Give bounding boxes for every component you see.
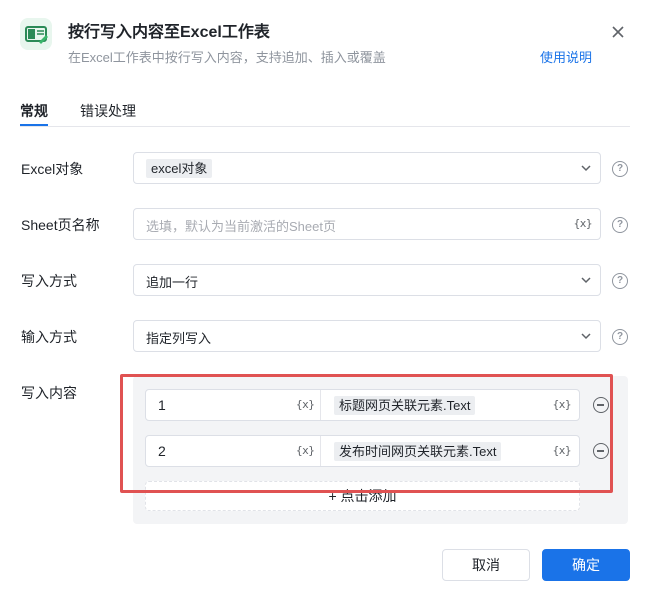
help-circle-icon[interactable]: ? (612, 329, 628, 345)
input-mode-select[interactable]: 指定列写入 (133, 320, 601, 352)
remove-row-2-icon[interactable] (593, 443, 609, 459)
row-1-value[interactable]: 标题网页关联元素.Text (334, 396, 476, 415)
chevron-down-icon (581, 165, 591, 172)
write-content-label: 写入内容 (21, 385, 77, 401)
close-icon[interactable] (608, 22, 628, 42)
tab-error-handling[interactable]: 错误处理 (80, 101, 136, 121)
chevron-down-icon (581, 277, 591, 284)
help-link[interactable]: 使用说明 (540, 47, 592, 66)
excel-object-select[interactable]: excel对象 (133, 152, 601, 184)
help-circle-icon[interactable]: ? (612, 161, 628, 177)
variable-icon[interactable]: {x} (296, 444, 315, 457)
content-row-1: 1 {x} 标题网页关联元素.Text {x} (145, 389, 580, 421)
row-divider (320, 390, 321, 420)
tabs-divider (20, 126, 630, 127)
sheet-name-input[interactable]: 选填，默认为当前激活的Sheet页 {x} (133, 208, 601, 240)
write-mode-label: 写入方式 (21, 273, 77, 289)
sheet-name-placeholder: 选填，默认为当前激活的Sheet页 (146, 219, 336, 234)
confirm-button[interactable]: 确定 (542, 549, 630, 581)
variable-icon[interactable]: {x} (574, 217, 593, 230)
tab-general[interactable]: 常规 (20, 101, 48, 121)
excel-object-label: Excel对象 (21, 161, 84, 177)
row-2-column-input[interactable]: 2 (158, 443, 166, 459)
add-row-button[interactable]: + 点击添加 (145, 481, 580, 511)
remove-row-1-icon[interactable] (593, 397, 609, 413)
row-1-column-input[interactable]: 1 (158, 397, 166, 413)
cancel-button[interactable]: 取消 (442, 549, 530, 581)
chevron-down-icon (581, 333, 591, 340)
write-mode-select[interactable]: 追加一行 (133, 264, 601, 296)
excel-app-icon (20, 18, 52, 50)
help-circle-icon[interactable]: ? (612, 217, 628, 233)
content-row-2: 2 {x} 发布时间网页关联元素.Text {x} (145, 435, 580, 467)
variable-icon[interactable]: {x} (553, 398, 572, 411)
sheet-name-label: Sheet页名称 (21, 217, 100, 233)
dialog-title: 按行写入内容至Excel工作表 (68, 24, 270, 41)
excel-object-value: excel对象 (146, 159, 213, 178)
variable-icon[interactable]: {x} (296, 398, 315, 411)
help-circle-icon[interactable]: ? (612, 273, 628, 289)
row-divider (320, 436, 321, 466)
dialog-subtitle: 在Excel工作表中按行写入内容，支持追加、插入或覆盖 (68, 50, 386, 65)
variable-icon[interactable]: {x} (553, 444, 572, 457)
write-mode-value: 追加一行 (146, 275, 199, 290)
row-2-value[interactable]: 发布时间网页关联元素.Text (334, 442, 502, 461)
input-mode-label: 输入方式 (21, 329, 77, 345)
input-mode-value: 指定列写入 (146, 331, 212, 346)
